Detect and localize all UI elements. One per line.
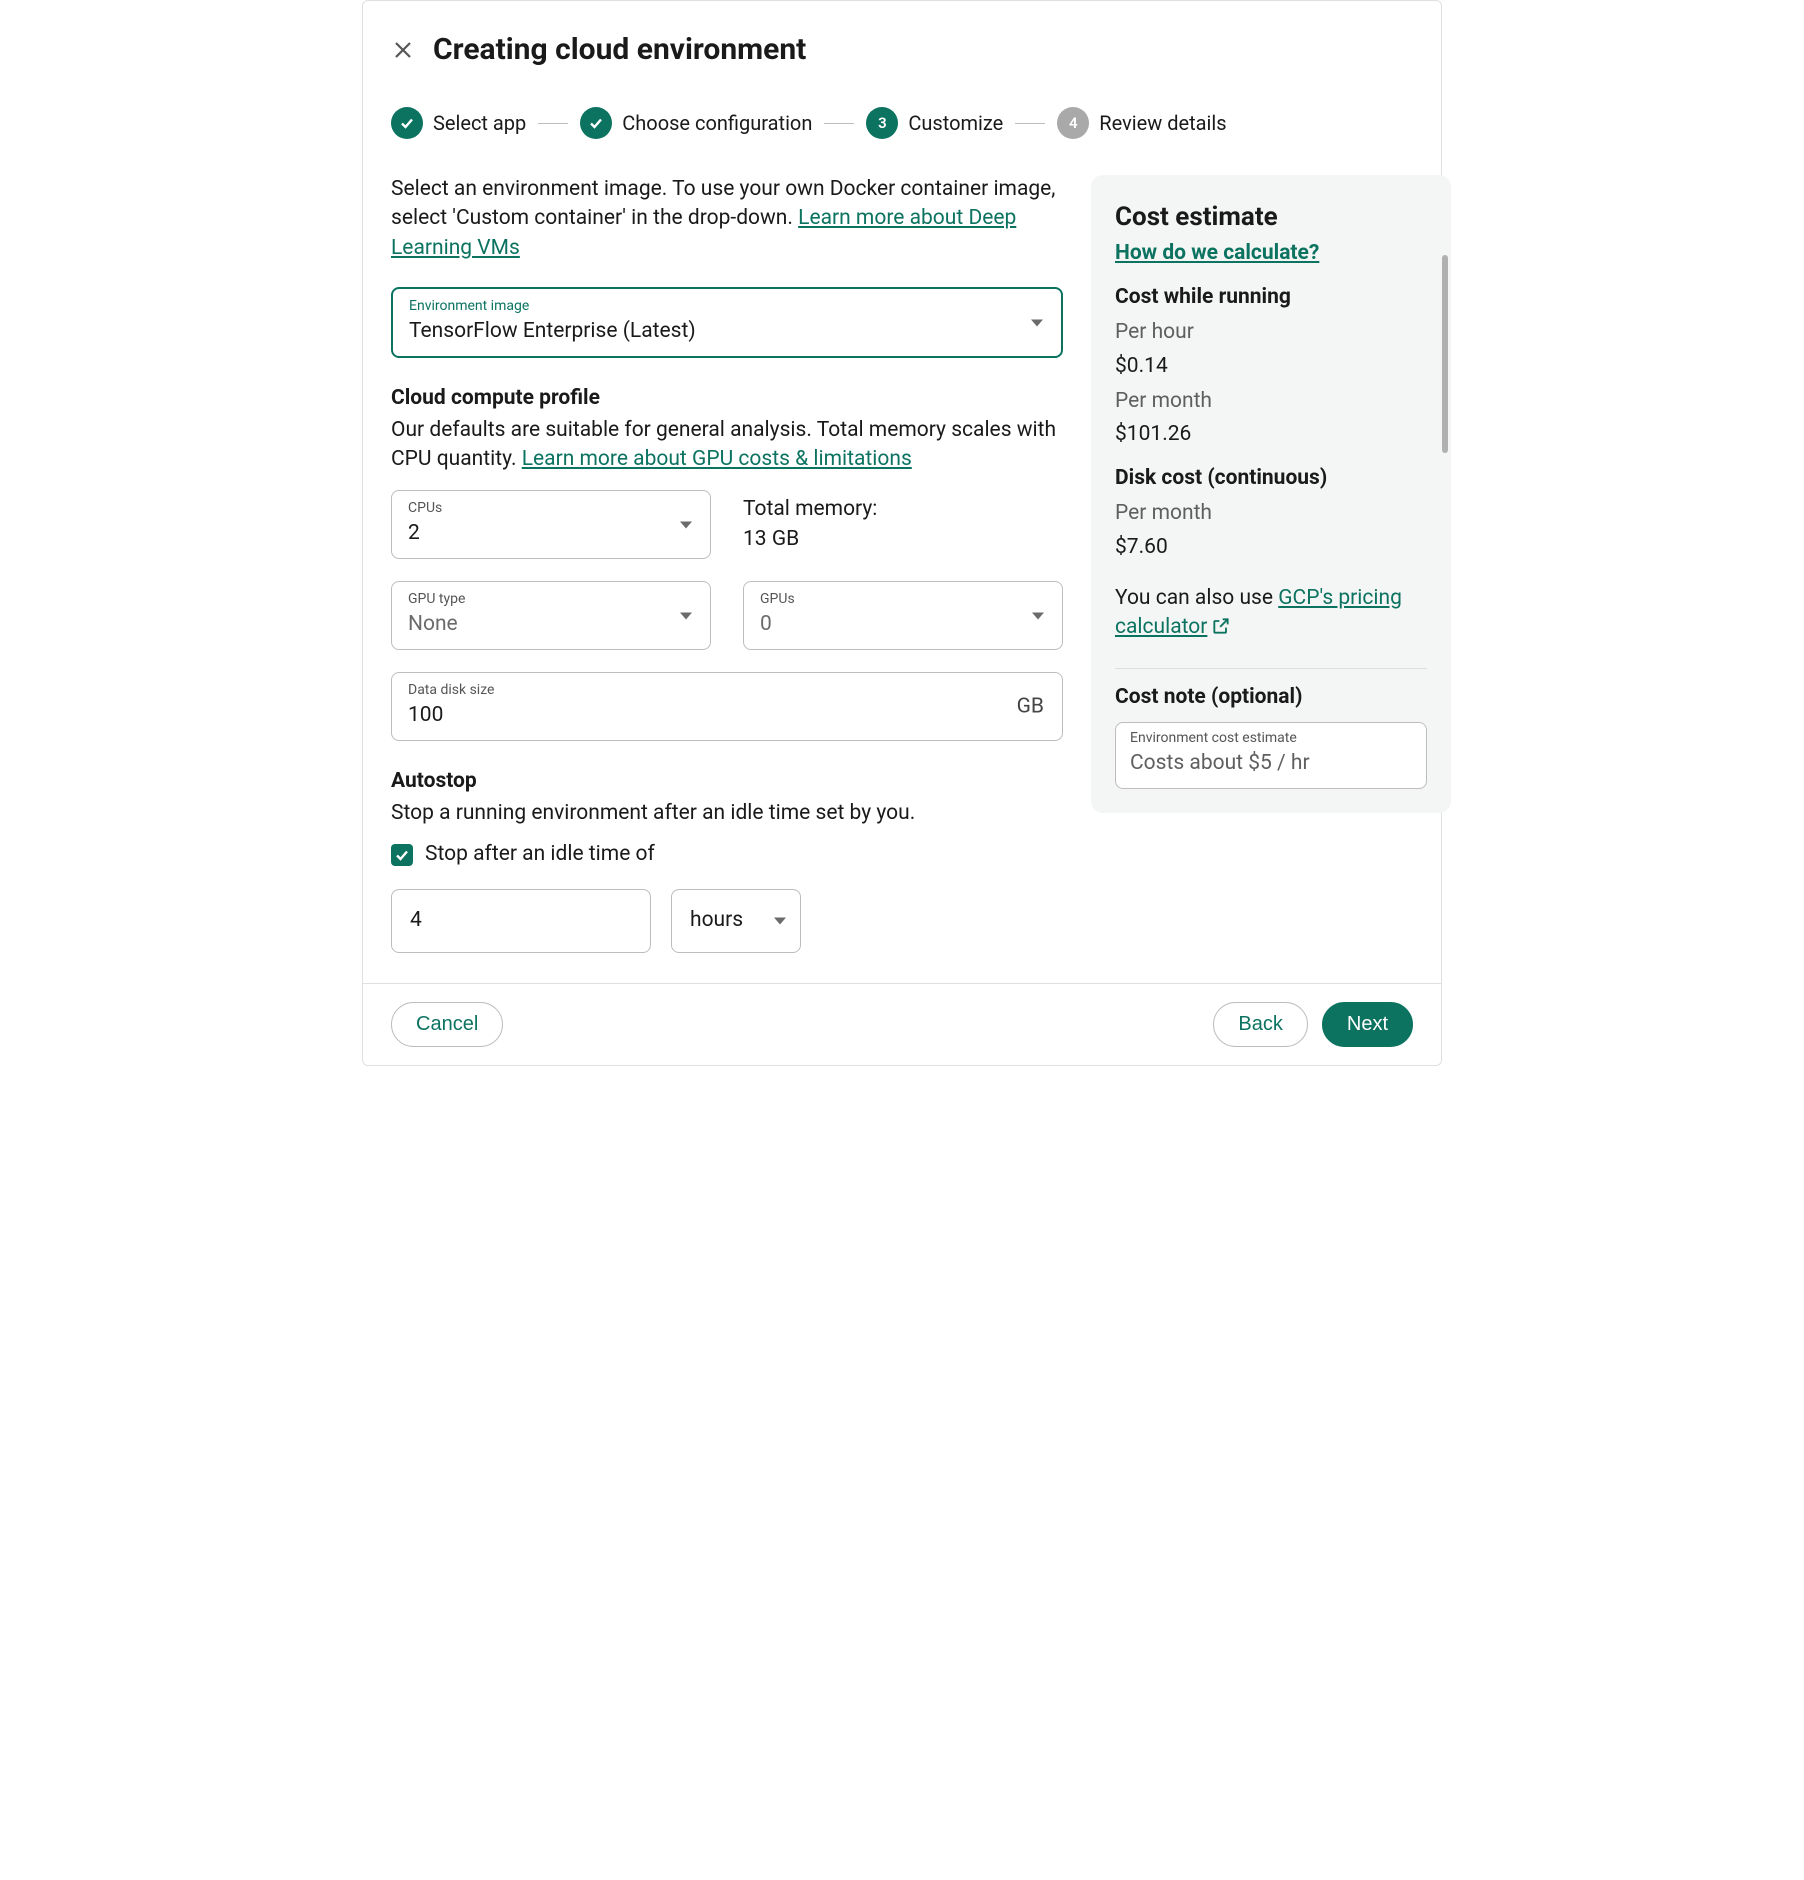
field-label: Environment cost estimate xyxy=(1130,729,1412,749)
field-label: GPU type xyxy=(408,590,694,610)
gpus-select[interactable]: GPUs 0 xyxy=(743,581,1063,650)
autostop-unit-select[interactable]: hours xyxy=(671,889,801,952)
step-label: Customize xyxy=(908,109,1003,137)
cpus-select[interactable]: CPUs 2 xyxy=(391,490,711,559)
step-label: Choose configuration xyxy=(622,109,812,137)
cost-title: Cost estimate xyxy=(1115,199,1427,235)
dialog-title: Creating cloud environment xyxy=(433,29,806,71)
create-environment-dialog: Creating cloud environment Select app Ch… xyxy=(362,0,1442,1066)
chevron-down-icon xyxy=(774,918,786,925)
dialog-header: Creating cloud environment xyxy=(391,29,1413,71)
cost-estimate-panel: Cost estimate How do we calculate? Cost … xyxy=(1091,175,1451,813)
profile-title: Cloud compute profile xyxy=(391,384,1063,413)
step-connector xyxy=(538,123,568,124)
autostop-desc: Stop a running environment after an idle… xyxy=(391,799,1063,828)
field-value: 0 xyxy=(760,610,1046,639)
dialog-footer: Cancel Back Next xyxy=(391,1002,1413,1047)
field-label: GPUs xyxy=(760,590,1046,610)
step-label: Select app xyxy=(433,109,526,137)
divider xyxy=(363,983,1441,984)
field-value: None xyxy=(408,610,694,639)
cost-note-input[interactable]: Environment cost estimate Costs about $5… xyxy=(1115,722,1427,789)
step-connector xyxy=(1015,123,1045,124)
external-link-icon xyxy=(1211,616,1231,645)
chevron-down-icon xyxy=(1031,319,1043,326)
next-button[interactable]: Next xyxy=(1322,1002,1413,1047)
cancel-button[interactable]: Cancel xyxy=(391,1002,503,1047)
autostop-checkbox-label: Stop after an idle time of xyxy=(425,840,655,869)
field-label: Data disk size xyxy=(408,681,1046,701)
autostop-value-input[interactable]: 4 xyxy=(391,889,651,952)
chevron-down-icon xyxy=(680,612,692,619)
cost-note-heading: Cost note (optional) xyxy=(1115,683,1427,712)
check-icon xyxy=(394,847,410,863)
check-icon xyxy=(391,107,423,139)
step-customize: 3 Customize xyxy=(866,107,1003,139)
field-value: 100 xyxy=(408,701,1046,730)
cost-value: $7.60 xyxy=(1115,533,1427,562)
cost-label: Per hour xyxy=(1115,318,1427,347)
data-disk-size-input[interactable]: Data disk size 100 GB xyxy=(391,672,1063,741)
step-number-icon: 3 xyxy=(866,107,898,139)
cost-value: $0.14 xyxy=(1115,352,1427,381)
gpu-type-select[interactable]: GPU type None xyxy=(391,581,711,650)
pricing-calculator-line: You can also use GCP's pricing calculato… xyxy=(1115,584,1427,646)
stepper: Select app Choose configuration 3 Custom… xyxy=(391,107,1413,139)
back-button[interactable]: Back xyxy=(1213,1002,1307,1047)
field-label: Environment image xyxy=(409,297,1045,317)
field-value: 2 xyxy=(408,519,694,548)
cost-label: Per month xyxy=(1115,387,1427,416)
field-value: TensorFlow Enterprise (Latest) xyxy=(409,317,1045,346)
step-label: Review details xyxy=(1099,109,1226,137)
autostop-checkbox[interactable] xyxy=(391,844,413,866)
divider xyxy=(1115,668,1427,669)
chevron-down-icon xyxy=(1032,612,1044,619)
unit-suffix: GB xyxy=(1017,692,1044,721)
total-memory-display: Total memory: 13 GB xyxy=(743,495,1063,554)
cost-value: $101.26 xyxy=(1115,420,1427,449)
learn-more-gpu-link[interactable]: Learn more about GPU costs & limitations xyxy=(522,447,912,471)
cost-disk-heading: Disk cost (continuous) xyxy=(1115,464,1427,493)
check-icon xyxy=(580,107,612,139)
step-select-app: Select app xyxy=(391,107,526,139)
cost-label: Per month xyxy=(1115,499,1427,528)
profile-desc: Our defaults are suitable for general an… xyxy=(391,416,1063,475)
field-placeholder: Costs about $5 / hr xyxy=(1130,749,1412,778)
cost-running-heading: Cost while running xyxy=(1115,283,1427,312)
chevron-down-icon xyxy=(680,521,692,528)
how-calculate-link[interactable]: How do we calculate? xyxy=(1115,241,1319,265)
step-choose-config: Choose configuration xyxy=(580,107,812,139)
autostop-title: Autostop xyxy=(391,767,1063,796)
intro-text: Select an environment image. To use your… xyxy=(391,175,1063,263)
environment-image-select[interactable]: Environment image TensorFlow Enterprise … xyxy=(391,287,1063,358)
step-review-details: 4 Review details xyxy=(1057,107,1226,139)
step-connector xyxy=(824,123,854,124)
close-icon[interactable] xyxy=(391,38,415,62)
field-label: CPUs xyxy=(408,499,694,519)
step-number-icon: 4 xyxy=(1057,107,1089,139)
